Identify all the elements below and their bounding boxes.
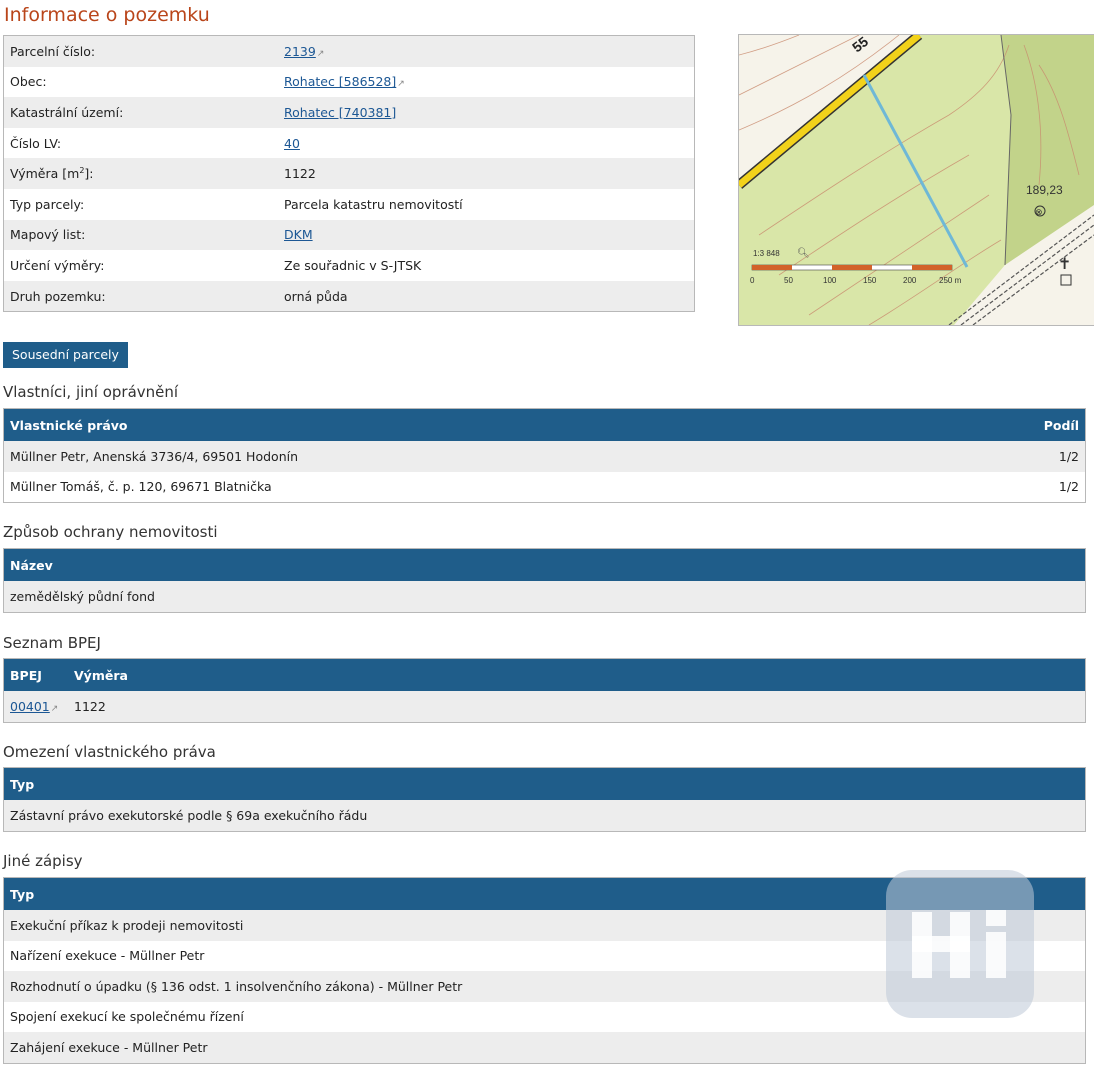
record-value: Zahájení exekuce - Müllner Petr <box>3 1032 1086 1063</box>
watermark-glyph <box>912 910 1006 978</box>
label-area-method: Určení výměry: <box>3 250 278 281</box>
scale-bar-segment <box>752 265 792 270</box>
row-lv-number: Číslo LV: 40 <box>3 127 695 159</box>
protection-value: zemědělský půdní fond <box>3 581 1086 612</box>
label-area-end: ]: <box>84 166 94 182</box>
row-land-type: Druh pozemku: orná půda <box>3 280 695 312</box>
table-row: Zahájení exekuce - Müllner Petr <box>3 1032 1086 1063</box>
bpej-code-link[interactable]: 00401 <box>10 699 50 714</box>
row-area: Výměra [m2]: 1122 <box>3 158 695 189</box>
label-parcel-type: Typ parcely: <box>3 188 278 220</box>
owner-name: Müllner Tomáš, č. p. 120, 69671 Blatničk… <box>3 471 938 503</box>
owner-share: 1/2 <box>937 471 1086 503</box>
bpej-title: Seznam BPEJ <box>3 634 101 652</box>
neighbor-parcels-button[interactable]: Sousední parcely <box>3 342 128 368</box>
owner-name: Müllner Petr, Anenská 3736/4, 69501 Hodo… <box>3 441 938 472</box>
bpej-table: BPEJ Výměra 00401↗ 1122 <box>3 658 1086 723</box>
table-row: Müllner Tomáš, č. p. 120, 69671 Blatničk… <box>3 471 1086 503</box>
parcel-map[interactable]: 55 189,23 ⊗ ✝ 1:3 848 🔍︎ 0 50 100 150 20… <box>738 34 1094 326</box>
col-name: Název <box>3 548 1086 581</box>
map-canvas: 55 189,23 ⊗ ✝ 1:3 848 🔍︎ 0 50 100 150 20… <box>739 35 1094 325</box>
other-records-title: Jiné zápisy <box>3 852 83 870</box>
page-title: Informace o pozemku <box>4 4 210 26</box>
table-header: Název <box>3 548 1086 581</box>
table-header: BPEJ Výměra <box>3 658 1086 691</box>
row-parcel-type: Typ parcely: Parcela katastru nemovitost… <box>3 188 695 220</box>
restrictions-table: Typ Zástavní právo exekutorské podle § 6… <box>3 767 1086 832</box>
label-area: Výměra [m2]: <box>3 158 278 189</box>
cross-icon: ✝ <box>1058 254 1071 273</box>
label-land-type: Druh pozemku: <box>3 280 278 312</box>
col-bpej: BPEJ <box>3 658 68 691</box>
value-parcel-number: 2139↗ <box>278 35 695 67</box>
label-parcel-number: Parcelní číslo: <box>3 35 278 67</box>
lv-number-link[interactable]: 40 <box>284 136 300 151</box>
label-municipality: Obec: <box>3 66 278 98</box>
scale-tick: 250 m <box>939 276 962 285</box>
row-cadastral-area: Katastrální území: Rohatec [740381] <box>3 97 695 128</box>
restriction-value: Zástavní právo exekutorské podle § 69a e… <box>3 800 1086 831</box>
col-ownership: Vlastnické právo <box>3 408 938 441</box>
col-share: Podíl <box>937 408 1086 441</box>
scale-tick: 0 <box>750 276 755 285</box>
parcel-number-link[interactable]: 2139 <box>284 44 316 59</box>
bpej-code-cell: 00401↗ <box>3 691 68 722</box>
col-type: Typ <box>3 767 1086 800</box>
scale-bar-segment <box>832 265 872 270</box>
table-row: Zástavní právo exekutorské podle § 69a e… <box>3 800 1086 831</box>
protection-table: Název zemědělský půdní fond <box>3 548 1086 613</box>
scale-tick: 200 <box>903 276 917 285</box>
bpej-area: 1122 <box>68 691 1086 722</box>
value-map-sheet: DKM <box>278 219 695 251</box>
row-area-method: Určení výměry: Ze souřadnic v S-JTSK <box>3 250 695 281</box>
table-header: Vlastnické právo Podíl <box>3 408 1086 441</box>
scale-tick: 100 <box>823 276 837 285</box>
table-row: zemědělský půdní fond <box>3 581 1086 612</box>
survey-point-mark: ⊗ <box>1035 207 1043 217</box>
value-area: 1122 <box>278 158 695 189</box>
owner-share: 1/2 <box>937 441 1086 472</box>
table-row: Müllner Petr, Anenská 3736/4, 69501 Hodo… <box>3 441 1086 472</box>
label-map-sheet: Mapový list: <box>3 219 278 251</box>
cadastral-area-link[interactable]: Rohatec [740381] <box>284 105 396 120</box>
label-lv-number: Číslo LV: <box>3 127 278 159</box>
elevation-label: 189,23 <box>1026 183 1063 197</box>
zoom-icon[interactable]: 🔍︎ <box>797 247 810 259</box>
label-area-text: Výměra [m <box>10 166 80 182</box>
map-sheet-link[interactable]: DKM <box>284 227 313 242</box>
external-link-icon[interactable]: ↗ <box>397 79 405 89</box>
value-municipality: Rohatec [586528]↗ <box>278 66 695 98</box>
municipality-link[interactable]: Rohatec [586528] <box>284 74 396 89</box>
restrictions-title: Omezení vlastnického práva <box>3 743 216 761</box>
row-map-sheet: Mapový list: DKM <box>3 219 695 251</box>
row-municipality: Obec: Rohatec [586528]↗ <box>3 66 695 98</box>
table-header: Typ <box>3 767 1086 800</box>
external-link-icon[interactable]: ↗ <box>51 704 59 714</box>
owners-table: Vlastnické právo Podíl Müllner Petr, Ane… <box>3 408 1086 503</box>
row-parcel-number: Parcelní číslo: 2139↗ <box>3 35 695 67</box>
map-scale-label: 1:3 848 <box>753 249 780 258</box>
col-bpej-area: Výměra <box>68 658 1086 691</box>
table-row: 00401↗ 1122 <box>3 691 1086 722</box>
value-cadastral-area: Rohatec [740381] <box>278 97 695 128</box>
parcel-info-table: Parcelní číslo: 2139↗ Obec: Rohatec [586… <box>3 35 695 313</box>
scale-tick: 50 <box>784 276 793 285</box>
value-area-method: Ze souřadnic v S-JTSK <box>278 250 695 281</box>
scale-bar-segment <box>912 265 952 270</box>
value-parcel-type: Parcela katastru nemovitostí <box>278 188 695 220</box>
value-land-type: orná půda <box>278 280 695 312</box>
owners-title: Vlastníci, jiní oprávnění <box>3 383 179 401</box>
external-link-icon[interactable]: ↗ <box>317 49 325 59</box>
scale-tick: 150 <box>863 276 877 285</box>
value-lv-number: 40 <box>278 127 695 159</box>
label-cadastral-area: Katastrální území: <box>3 97 278 128</box>
watermark-logo <box>886 870 1034 1018</box>
protection-title: Způsob ochrany nemovitosti <box>3 523 218 541</box>
